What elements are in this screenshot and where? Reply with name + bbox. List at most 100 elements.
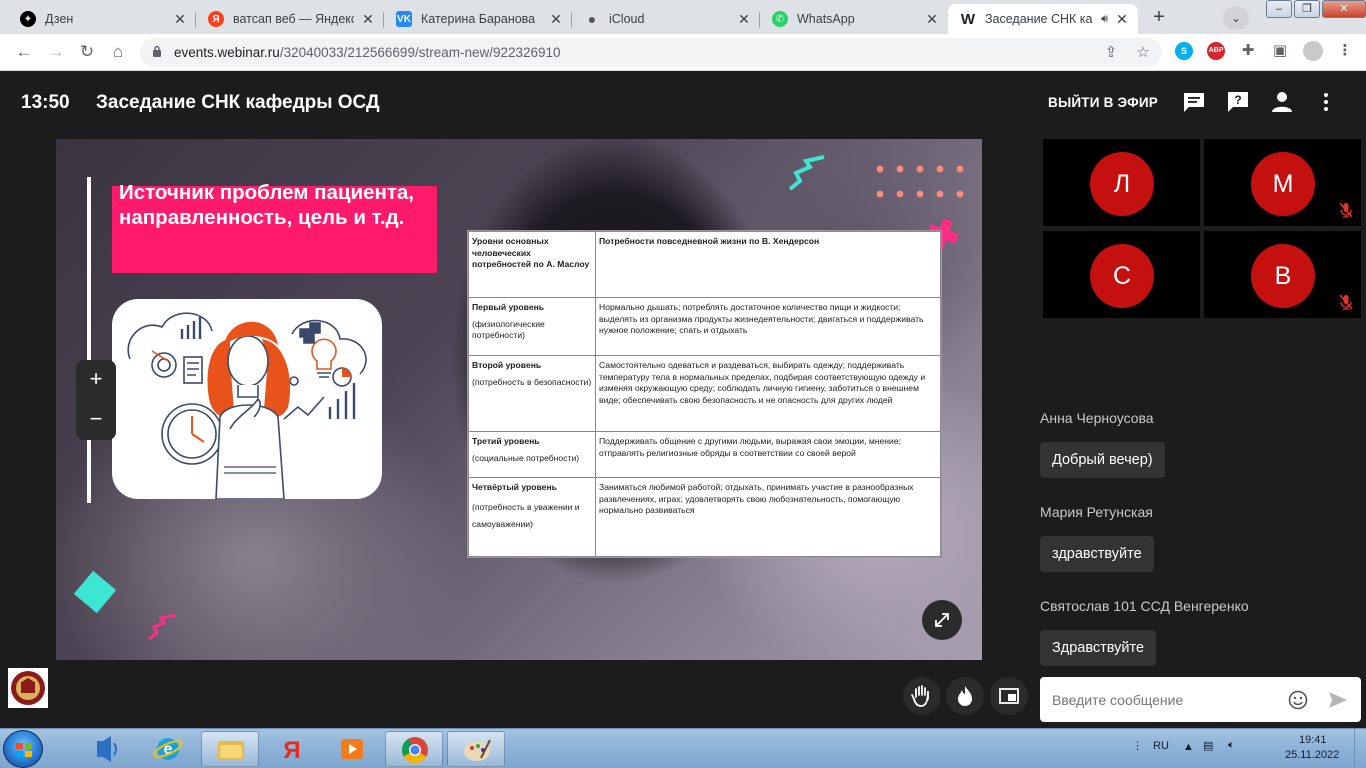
slide-vertical-line bbox=[87, 177, 91, 503]
maximize-button[interactable]: ❐ bbox=[1294, 0, 1320, 18]
row-sublevel: (социальные потребности) bbox=[472, 452, 580, 463]
side-panel-icon[interactable]: ▣ bbox=[1271, 42, 1289, 60]
tab-yandex[interactable]: Я ватсап веб — Яндекс: н ✕ bbox=[196, 4, 384, 34]
tab-icloud[interactable]: ● iCloud ✕ bbox=[572, 4, 760, 34]
help-icon[interactable]: ? bbox=[1226, 91, 1250, 113]
taskbar-chrome[interactable] bbox=[385, 731, 443, 767]
taskbar-internet-explorer[interactable]: e bbox=[139, 731, 197, 767]
participant-tile[interactable]: С bbox=[1043, 231, 1200, 318]
close-icon[interactable]: ✕ bbox=[360, 11, 376, 28]
tab-vk[interactable]: VK Катерина Баранова ✕ bbox=[384, 4, 572, 34]
close-icon[interactable]: ✕ bbox=[1114, 11, 1130, 28]
new-tab-button[interactable]: + bbox=[1146, 6, 1172, 28]
chat-icon[interactable] bbox=[1182, 91, 1206, 113]
language-indicator[interactable]: RU bbox=[1153, 740, 1169, 752]
network-icon[interactable]: ▤ bbox=[1203, 739, 1213, 752]
show-hidden-icons[interactable]: ▲ bbox=[1183, 741, 1194, 753]
extensions-icon[interactable]: ✚ bbox=[1239, 42, 1257, 60]
reload-button[interactable]: ↻ bbox=[77, 42, 97, 62]
picture-in-picture-button[interactable] bbox=[990, 677, 1028, 715]
row-needs: Нормально дышать; потреблять достаточное… bbox=[595, 297, 941, 356]
speaker-icon[interactable]: 🔊︎ bbox=[1101, 13, 1108, 26]
url-text[interactable]: events.webinar.ru/32040033/212566699/str… bbox=[174, 45, 561, 60]
presentation-slide: Источник проблем пациента, направленност… bbox=[56, 139, 982, 660]
go-live-button[interactable]: ВЫЙТИ В ЭФИР bbox=[1048, 95, 1158, 110]
tray-grip-icon[interactable]: ⋮ bbox=[1132, 739, 1143, 752]
share-icon[interactable]: ⇪ bbox=[1102, 44, 1120, 62]
dots-decoration bbox=[876, 165, 964, 198]
participant-tile[interactable]: Л bbox=[1043, 139, 1200, 226]
chat-author: Мария Ретунская bbox=[1040, 504, 1153, 520]
adblock-icon[interactable]: ABP bbox=[1207, 42, 1225, 60]
tab-title: Катерина Баранова bbox=[421, 12, 536, 26]
participant-avatar: В bbox=[1251, 244, 1315, 308]
flame-icon bbox=[958, 686, 972, 706]
row-needs: Самостоятельно одеваться и раздеваться, … bbox=[595, 355, 941, 432]
fullscreen-button[interactable] bbox=[922, 600, 962, 640]
tab-title: ватсап веб — Яндекс: н bbox=[233, 12, 354, 26]
chat-input[interactable]: Введите сообщение bbox=[1040, 677, 1361, 722]
vk-icon: VK bbox=[396, 11, 412, 27]
webinar-icon: W bbox=[960, 10, 976, 28]
table-row: Второй уровень (потребность в безопасност… bbox=[468, 355, 941, 432]
windows-logo-icon bbox=[16, 743, 32, 757]
send-icon[interactable] bbox=[1328, 691, 1348, 709]
windows-taskbar: e Я ⋮ RU ▲ ▤ 🔈︎ 19:41 25.11.2022 bbox=[0, 728, 1366, 768]
lock-icon[interactable] bbox=[152, 45, 162, 57]
tab-whatsapp[interactable]: ✆ WhatsApp ✕ bbox=[760, 4, 948, 34]
raise-hand-button[interactable] bbox=[903, 677, 941, 715]
yandex-icon: Я bbox=[208, 11, 224, 27]
taskbar-media-player[interactable] bbox=[77, 731, 135, 767]
taskbar-date[interactable]: 25.11.2022 bbox=[1285, 749, 1339, 761]
tab-search-icon[interactable]: ⌄ bbox=[1223, 6, 1249, 30]
tab-dzen[interactable]: ✦ Дзен ✕ bbox=[8, 4, 196, 34]
close-icon[interactable]: ✕ bbox=[736, 11, 752, 28]
volume-icon[interactable]: 🔈︎ bbox=[1228, 739, 1235, 752]
address-bar[interactable]: events.webinar.ru/32040033/212566699/str… bbox=[140, 38, 1162, 67]
reactions-button[interactable] bbox=[946, 677, 984, 715]
close-icon[interactable]: ✕ bbox=[924, 11, 940, 28]
forward-button[interactable]: → bbox=[46, 42, 66, 62]
table-header-left: Уровни основных человеческих потребносте… bbox=[468, 231, 596, 298]
taskbar-video-player[interactable] bbox=[323, 731, 381, 767]
window-close-button[interactable]: ✕ bbox=[1322, 0, 1366, 18]
show-desktop-button[interactable] bbox=[1354, 729, 1366, 768]
home-button[interactable]: ⌂ bbox=[108, 42, 128, 62]
start-button[interactable] bbox=[3, 730, 43, 768]
user-icon[interactable] bbox=[1270, 91, 1294, 113]
tab-webinar[interactable]: W Заседание СНК ка 🔊︎ ✕ bbox=[948, 4, 1138, 34]
svg-text:Я: Я bbox=[283, 737, 300, 764]
browser-menu-icon[interactable]: ⋮ bbox=[1336, 42, 1354, 60]
participant-tile[interactable]: М bbox=[1204, 139, 1361, 226]
bookmark-star-icon[interactable]: ☆ bbox=[1134, 44, 1152, 62]
row-sublevel: (физиологические потребности) bbox=[472, 318, 545, 341]
browser-toolbar: ← → ↻ ⌂ events.webinar.ru/32040033/21256… bbox=[0, 34, 1366, 71]
slide-heading: Источник проблем пациента, направленност… bbox=[119, 181, 414, 229]
taskbar-time[interactable]: 19:41 bbox=[1299, 734, 1327, 746]
more-options-icon[interactable] bbox=[1314, 91, 1338, 113]
chat-message: Добрый вечер) bbox=[1040, 442, 1165, 478]
taskbar-paint[interactable] bbox=[447, 731, 505, 767]
participant-avatar: Л bbox=[1090, 152, 1154, 216]
illustration-card bbox=[112, 299, 382, 499]
media-player-icon bbox=[97, 736, 117, 762]
back-button[interactable]: ← bbox=[14, 42, 34, 62]
chat-input-placeholder: Введите сообщение bbox=[1052, 692, 1184, 708]
close-icon[interactable]: ✕ bbox=[172, 11, 188, 28]
zoom-out-button[interactable]: − bbox=[76, 400, 116, 440]
table-header-right: Потребности повседневной жизни по В. Хен… bbox=[595, 231, 941, 298]
chat-author: Святослав 101 ССД Венгеренко bbox=[1040, 598, 1249, 614]
zoom-in-button[interactable]: + bbox=[76, 360, 116, 400]
taskbar-yandex-browser[interactable]: Я bbox=[263, 731, 321, 767]
taskbar-explorer[interactable] bbox=[201, 731, 259, 767]
close-icon[interactable]: ✕ bbox=[548, 11, 564, 28]
skype-icon[interactable]: S bbox=[1175, 42, 1193, 60]
emoji-icon[interactable] bbox=[1288, 690, 1308, 710]
participant-tile[interactable]: В bbox=[1204, 231, 1361, 318]
tab-title: iCloud bbox=[609, 12, 645, 26]
profile-avatar[interactable] bbox=[1303, 41, 1323, 61]
url-host: events.webinar.ru bbox=[174, 45, 280, 60]
row-level: Второй уровень bbox=[472, 360, 542, 370]
participant-avatar: М bbox=[1251, 152, 1315, 216]
minimize-button[interactable]: – bbox=[1266, 0, 1292, 18]
